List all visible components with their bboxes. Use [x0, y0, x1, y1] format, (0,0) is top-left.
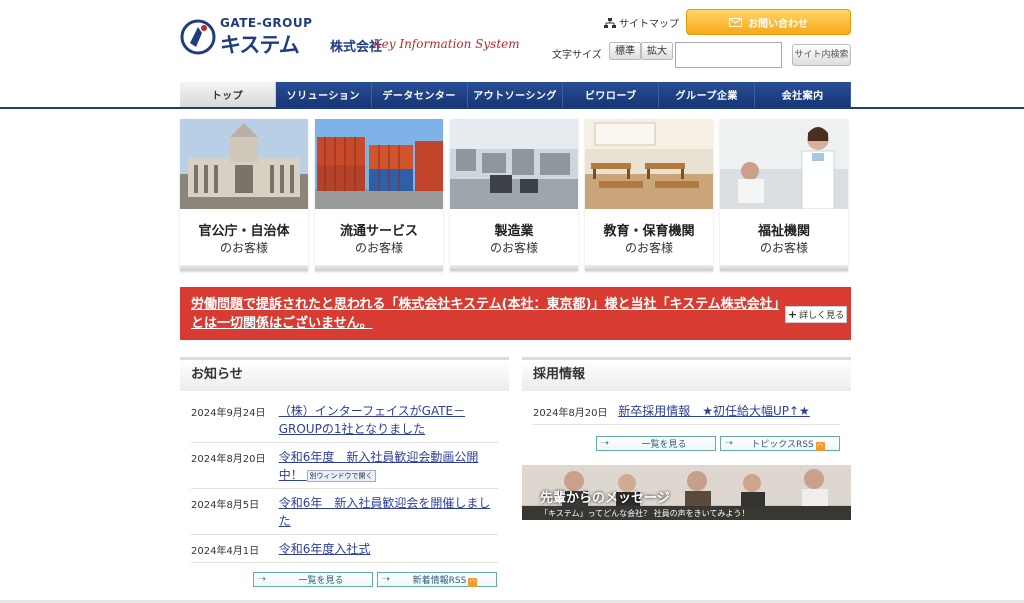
arrow-right-icon: ➝	[600, 438, 610, 449]
card-edge	[585, 265, 713, 271]
logo-kistem: キステム	[220, 33, 300, 57]
sitemap-link[interactable]: サイトマップ	[604, 15, 679, 30]
arrow-right-icon: ➝	[724, 438, 734, 449]
company-logo[interactable]: GATE-GROUP キステム 株式会社 Key Information Sys…	[180, 16, 520, 57]
notice-detail-label: 詳しく見る	[799, 311, 845, 321]
card-distribution[interactable]: 流通サービス のお客様	[315, 119, 443, 271]
nurse-image	[720, 119, 848, 209]
fontsize-large-button[interactable]: 拡大	[641, 42, 673, 60]
notice-banner: 労働問題で提訴されたと思われる「株式会社キステム(本社：東京都)」様と当社「キス…	[180, 287, 851, 340]
recruit-rss-wrap: トピックスRSS ◠	[737, 437, 839, 451]
card-edge	[180, 265, 308, 271]
government-building-image	[180, 119, 308, 209]
recruit-date: 2024年8月20日	[533, 408, 608, 419]
search-input[interactable]	[675, 42, 782, 68]
nav-item-outsourcing[interactable]: アウトソーシング	[467, 82, 564, 107]
global-nav: トップ ソリューション データセンター アウトソーシング ビワローブ グループ企…	[180, 82, 852, 107]
news-title-link[interactable]: （株）インターフェイスがGATE－GROUPの1社となりました	[279, 402, 498, 438]
card-edge	[720, 265, 848, 271]
card-title: 福祉機関	[757, 224, 810, 239]
recruit-list-label: 一覧を見る	[641, 440, 687, 450]
news-title-link[interactable]: 令和6年度入社式	[279, 540, 498, 558]
card-manufacturing[interactable]: 製造業 のお客様	[450, 119, 578, 271]
card-title: 製造業	[494, 224, 534, 239]
news-rss-button[interactable]: ➝ 新着情報RSS ◠	[377, 572, 497, 587]
card-welfare[interactable]: 福祉機関 のお客様	[720, 119, 848, 271]
sitemap-label: サイトマップ	[619, 19, 679, 30]
nav-item-solution[interactable]: ソリューション	[275, 82, 372, 107]
senior-message-banner[interactable]: 先輩からのメッセージ 「キステム」ってどんな会社？ 社員の声をきいてみよう！	[522, 465, 851, 520]
news-title-link[interactable]: 令和6年 新入社員歓迎会を開催しました	[279, 494, 498, 530]
news-item: 2024年8月5日 令和6年 新入社員歓迎会を開催しました	[191, 489, 498, 535]
card-subtitle: のお客様	[354, 241, 403, 255]
news-heading: お知らせ	[180, 357, 509, 391]
recruit-title-link[interactable]: 新卒採用情報 ★初任給大幅UP↑★	[618, 402, 840, 420]
contact-button[interactable]: お問い合わせ	[686, 9, 851, 35]
logo-mark-icon	[180, 19, 216, 55]
recruit-list-button[interactable]: ➝ 一覧を見る	[596, 436, 716, 451]
news-item: 2024年9月24日 （株）インターフェイスがGATE－GROUPの1社となりま…	[191, 397, 498, 443]
arrow-right-icon: ➝	[381, 574, 391, 585]
logo-gate-group: GATE-GROUP	[220, 16, 313, 30]
news-section: お知らせ 2024年9月24日 （株）インターフェイスがGATE－GROUPの1…	[180, 357, 509, 563]
news-item: 2024年8月20日 令和6年度 新入社員歓迎会動画公開中！ 別ウィンドウで開く	[191, 443, 498, 489]
recruit-section: 採用情報 2024年8月20日 新卒採用情報 ★初任給大幅UP↑★	[522, 357, 851, 425]
notice-detail-button[interactable]: + 詳しく見る	[785, 306, 847, 323]
recruit-rss-label: トピックスRSS	[751, 439, 814, 450]
card-title: 流通サービス	[339, 224, 418, 239]
nav-item-top[interactable]: トップ	[180, 82, 276, 107]
card-education[interactable]: 教育・保育機関 のお客様	[585, 119, 713, 271]
search-button[interactable]: サイト内検索	[792, 44, 851, 66]
news-date: 2024年9月24日	[191, 408, 266, 419]
recruit-rss-button[interactable]: ➝ トピックスRSS ◠	[720, 436, 840, 451]
factory-line-image	[450, 119, 578, 209]
customer-cards: 官公庁・自治体 のお客様 流通サービス のお客様 製造業 のお客様 教育・保育機…	[180, 119, 851, 271]
new-window-badge: 別ウィンドウで開く	[306, 469, 376, 482]
nav-divider	[0, 107, 1024, 109]
notice-text[interactable]: 労働問題で提訴されたと思われる「株式会社キステム(本社：東京都)」様と当社「キス…	[191, 295, 781, 333]
shipping-containers-image	[315, 119, 443, 209]
news-date: 2024年8月5日	[191, 500, 260, 511]
arrow-right-icon: ➝	[257, 574, 267, 585]
nav-item-group[interactable]: グループ企業	[659, 82, 756, 107]
news-rss-label: 新着情報RSS	[412, 575, 467, 586]
news-title-wrap: 令和6年度 新入社員歓迎会動画公開中！ 別ウィンドウで開く	[279, 448, 498, 484]
card-edge	[450, 265, 578, 271]
nav-item-datacenter[interactable]: データセンター	[371, 82, 468, 107]
news-item: 2024年4月1日 令和6年度入社式	[191, 535, 498, 563]
card-subtitle: のお客様	[219, 241, 268, 255]
logo-tagline: Key Information System	[373, 37, 520, 51]
card-subtitle: のお客様	[489, 241, 538, 255]
news-date: 2024年4月1日	[191, 546, 260, 557]
card-title: 教育・保育機関	[603, 224, 695, 239]
rss-icon: ◠	[815, 441, 825, 451]
recruit-heading: 採用情報	[522, 357, 851, 391]
contact-label: お問い合わせ	[748, 18, 808, 30]
classroom-image	[585, 119, 713, 209]
news-list-label: 一覧を見る	[298, 576, 344, 586]
recruit-item: 2024年8月20日 新卒採用情報 ★初任給大幅UP↑★	[533, 397, 840, 425]
card-government[interactable]: 官公庁・自治体 のお客様	[180, 119, 308, 271]
news-date: 2024年8月20日	[191, 454, 266, 465]
mail-icon	[729, 17, 742, 27]
banner-title: 先輩からのメッセージ	[540, 491, 670, 506]
news-rss-wrap: 新着情報RSS ◠	[394, 573, 496, 587]
fontsize-label: 文字サイズ	[552, 50, 602, 61]
fontsize-standard-button[interactable]: 標準	[609, 42, 641, 60]
plus-icon: +	[787, 308, 798, 321]
card-edge	[315, 265, 443, 271]
rss-icon: ◠	[468, 577, 478, 587]
banner-subtitle: 「キステム」ってどんな会社？ 社員の声をきいてみよう！	[540, 509, 750, 518]
news-list-button[interactable]: ➝ 一覧を見る	[253, 572, 373, 587]
sitemap-icon	[604, 17, 616, 28]
card-title: 官公庁・自治体	[198, 224, 290, 239]
nav-item-biwalobe[interactable]: ビワローブ	[563, 82, 660, 107]
card-subtitle: のお客様	[624, 241, 673, 255]
card-subtitle: のお客様	[759, 241, 808, 255]
nav-item-company[interactable]: 会社案内	[755, 82, 852, 107]
